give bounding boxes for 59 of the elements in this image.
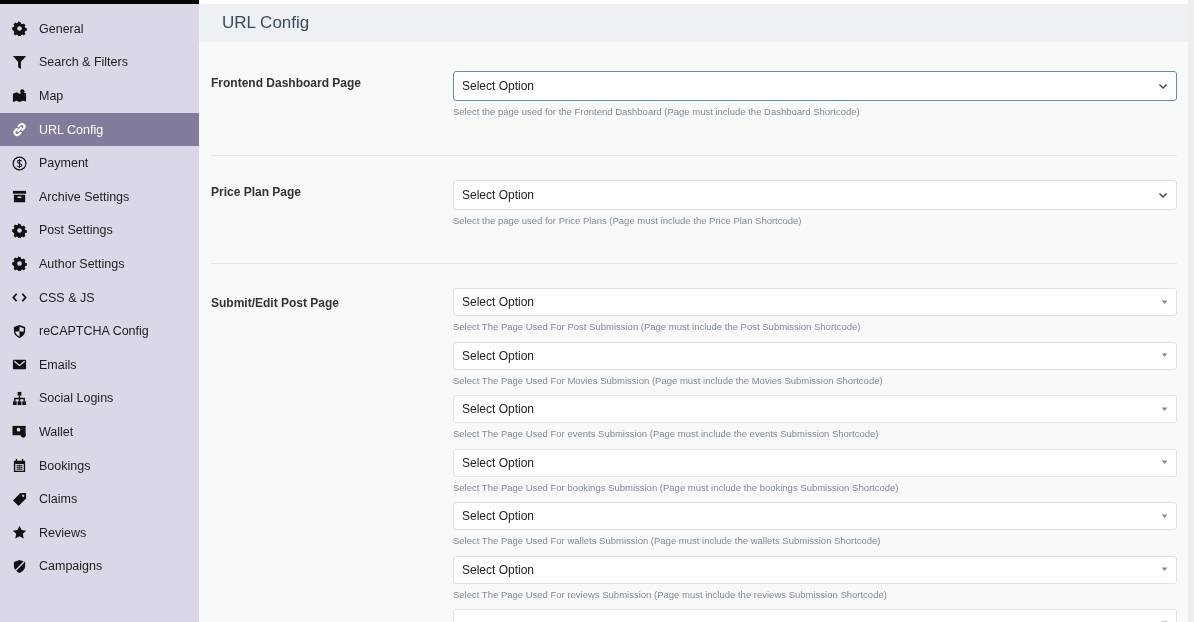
sidebar-item[interactable]: Claims xyxy=(0,482,199,516)
help-text: Select The Page Used For bookings Submission (Page must include the bookings Submission Shortcode) xyxy=(453,481,900,493)
caret-icon xyxy=(1161,298,1168,306)
help-text: Select The Page Used For Post Submission (Page must include the Post Submission Shortcode) xyxy=(453,321,862,332)
sidebar-item[interactable]: Map xyxy=(0,79,199,113)
sidebar-item[interactable]: Payment xyxy=(0,146,199,180)
setting-label: Frontend Dashboard Page xyxy=(211,75,363,92)
sidebar-item[interactable]: Search & Filters xyxy=(0,45,199,80)
map-icon xyxy=(12,88,27,104)
sidebar-item[interactable]: Wallet xyxy=(0,415,199,449)
shield-icon xyxy=(12,323,27,339)
help-text: Select The Page Used For reviews Submission (Page must include the reviews Submission Shortcode) xyxy=(453,588,888,600)
sidebar-item[interactable]: General xyxy=(0,12,199,46)
sidebar-item[interactable]: Social Logins xyxy=(0,381,199,416)
select-field[interactable]: Select Option xyxy=(453,179,1177,210)
sidebar-item[interactable]: reCAPTCHA Config xyxy=(0,314,199,348)
sidebar-item[interactable]: Campaigns xyxy=(0,549,199,584)
gear-icon xyxy=(12,21,27,37)
tag-icon xyxy=(12,491,27,507)
setting-label: Submit/Edit Post Page xyxy=(211,295,340,312)
select-field[interactable]: Select Option xyxy=(453,448,1177,477)
sitemap-icon xyxy=(12,390,27,406)
dollar-icon xyxy=(12,155,27,171)
help-text: Select The Page Used For Movies Submission (Page must include the Movies Submission Shortcode) xyxy=(453,374,884,386)
gear-icon xyxy=(12,222,27,238)
sidebar-item[interactable]: Archive Settings xyxy=(0,179,199,214)
help-text: Select the page used for the Frontend Dashboard (Page must include the Dashboard Shortcode) xyxy=(453,106,861,117)
select-field[interactable]: Select Option xyxy=(453,71,1177,101)
sidebar-item[interactable]: CSS & JS xyxy=(0,280,199,315)
help-text: Select The Page Used For wallets Submission (Page must include the wallets Submission Shortcode) xyxy=(453,535,882,546)
archive-box-icon xyxy=(12,189,27,205)
chevron-down-icon xyxy=(1158,81,1168,91)
help-text: Select The Page Used For events Submission (Page must include the events Submission Shortcode) xyxy=(453,428,880,439)
select-field[interactable]: Select Option xyxy=(453,341,1177,370)
star-icon xyxy=(12,525,27,541)
select-field[interactable]: Select Option xyxy=(453,555,1177,584)
sidebar-item[interactable]: Reviews xyxy=(0,515,199,550)
select-field[interactable]: Select Option xyxy=(453,502,1177,530)
wallet-icon xyxy=(12,424,27,440)
caret-icon xyxy=(1161,459,1168,466)
funnel-icon xyxy=(12,54,27,70)
gear-icon xyxy=(12,256,27,272)
shield-icon xyxy=(12,558,27,574)
help-text: Select the page used for Price Plans (Page must include the Price Plan Shortcode) xyxy=(453,214,803,226)
page-title: URL Config xyxy=(222,13,310,33)
select-field[interactable]: Select Option xyxy=(453,288,1177,316)
calendar-icon xyxy=(12,458,27,473)
sidebar-item[interactable]: Author Settings xyxy=(0,247,199,281)
sidebar-item[interactable]: URL Config xyxy=(0,112,199,147)
caret-icon xyxy=(1161,352,1168,359)
caret-icon xyxy=(1161,405,1168,413)
link-icon xyxy=(12,122,27,138)
sidebar-item[interactable]: Emails xyxy=(0,347,199,382)
sidebar-item[interactable]: Bookings xyxy=(0,448,199,483)
caret-icon xyxy=(1161,512,1168,520)
setting-label: Price Plan Page xyxy=(211,183,303,201)
caret-icon xyxy=(1161,566,1168,573)
sidebar-item[interactable]: Post Settings xyxy=(0,213,199,248)
select-field[interactable]: Select Option xyxy=(453,395,1177,423)
